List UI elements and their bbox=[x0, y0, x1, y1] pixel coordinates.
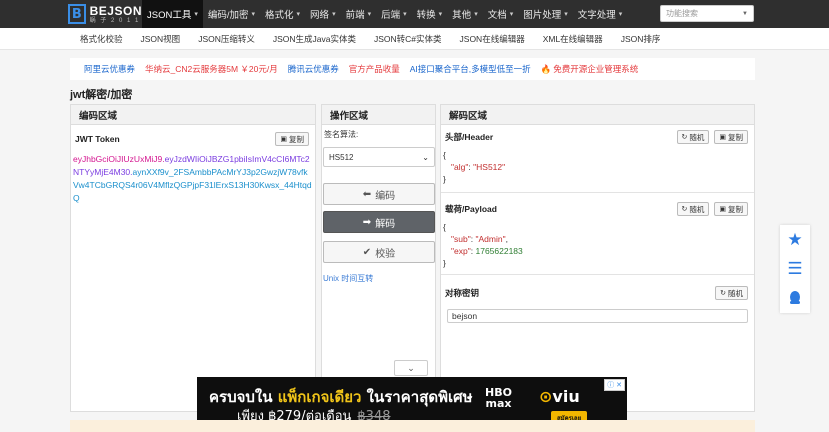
nav-item-format[interactable]: 格式化 ▾ bbox=[260, 0, 305, 28]
bottom-strip bbox=[70, 420, 755, 432]
chevron-down-icon: ▾ bbox=[194, 11, 198, 18]
algo-label: 签名算法: bbox=[324, 130, 359, 139]
nav-item-docs[interactable]: 文档 ▾ bbox=[483, 0, 519, 28]
random-payload-button[interactable]: ↻ 随机 bbox=[676, 202, 710, 216]
header-section: 头部/Header ↻ 随机 ▣ 复制 { "alg": "HS512" } bbox=[441, 125, 754, 193]
promo-bar: 阿里云优惠券 华纳云_CN2云服务器5M ￥20元/月 腾讯云优惠券 官方产品收… bbox=[70, 58, 755, 80]
chevron-down-icon: ▾ bbox=[509, 11, 514, 18]
subnav-json-editor[interactable]: JSON在线编辑器 bbox=[460, 33, 525, 45]
nav-item-frontend[interactable]: 前端 ▾ bbox=[341, 0, 377, 28]
chevron-down-icon: ▼ bbox=[742, 10, 748, 17]
secret-section: 对称密钥 ↻ 随机 bejson bbox=[441, 281, 754, 331]
copy-token-button[interactable]: ▣ 复制 bbox=[275, 132, 309, 146]
payload-json[interactable]: { "sub": "Admin", "exp": 1765622183 } bbox=[441, 221, 754, 269]
arrow-right-icon: ➡ bbox=[362, 216, 372, 228]
logo-mark: B bbox=[68, 4, 86, 24]
random-header-button[interactable]: ↻ 随机 bbox=[676, 130, 710, 144]
refresh-icon: ↻ bbox=[720, 290, 726, 297]
header-json[interactable]: { "alg": "HS512" } bbox=[441, 149, 754, 185]
menu-icon[interactable]: ☰ bbox=[787, 259, 803, 278]
chevron-down-icon: ▾ bbox=[618, 11, 623, 18]
copy-icon: ▣ bbox=[280, 136, 287, 143]
payload-label: 载荷/Payload bbox=[445, 204, 497, 214]
verify-button[interactable]: ✔ 校验 bbox=[323, 241, 435, 263]
refresh-icon: ↻ bbox=[681, 206, 688, 213]
secret-input[interactable]: bejson bbox=[447, 309, 748, 323]
subnav-xml-editor[interactable]: XML在线编辑器 bbox=[543, 33, 603, 45]
header-label: 头部/Header bbox=[445, 132, 494, 142]
chevron-down-icon: ▾ bbox=[251, 11, 256, 18]
decode-panel: 解码区域 头部/Header ↻ 随机 ▣ 复制 { "alg": "HS512" … bbox=[440, 104, 755, 412]
logo-sub: 蜗 子 2 0 1 1 bbox=[89, 17, 140, 24]
jwt-header-part: eyJhbGciOiJIUzUxMiJ9 bbox=[73, 154, 163, 164]
copy-icon: ▣ bbox=[719, 134, 726, 141]
subnav-format-validate[interactable]: 格式化校验 bbox=[80, 33, 123, 45]
algo-select[interactable]: HS512 ⌄ bbox=[323, 147, 435, 167]
decode-button[interactable]: ➡ 解码 bbox=[323, 211, 435, 233]
chevron-down-icon: ▾ bbox=[564, 11, 568, 18]
unix-time-link[interactable]: Unix 时间互转 bbox=[323, 273, 373, 284]
logo-name: BEJSON bbox=[89, 3, 142, 18]
top-nav: B BEJSON 蜗 子 2 0 1 1 JSON工具 ▾ 编码/加密 ▾ 格式化 ▾… bbox=[0, 0, 829, 28]
random-secret-button[interactable]: ↻ 随机 bbox=[715, 286, 748, 300]
subnav-json-csharp[interactable]: JSON转C#实体类 bbox=[374, 33, 442, 45]
copy-header-button[interactable]: ▣ 复制 bbox=[714, 130, 748, 144]
promo-link[interactable]: 🔥 免费开源企业管理系统 bbox=[541, 63, 639, 75]
nav-item-text[interactable]: 文字处理 ▾ bbox=[573, 0, 628, 28]
qq-icon[interactable] bbox=[787, 290, 803, 306]
chevron-down-icon: ▾ bbox=[296, 11, 301, 18]
copy-payload-button[interactable]: ▣ 复制 bbox=[714, 202, 748, 216]
secret-label: 对称密钥 bbox=[445, 288, 480, 298]
copy-icon: ▣ bbox=[719, 206, 726, 213]
promo-link[interactable]: 腾讯云优惠券 bbox=[288, 63, 339, 75]
fire-icon: 🔥 bbox=[540, 64, 552, 74]
promo-link[interactable]: AI接口聚合平台,多模型低至一折 bbox=[410, 63, 531, 75]
promo-link[interactable]: 华纳云_CN2云服务器5M ￥20元/月 bbox=[145, 63, 278, 75]
collapse-toggle-button[interactable]: ⌄ bbox=[394, 360, 428, 376]
site-logo[interactable]: B BEJSON 蜗 子 2 0 1 1 bbox=[68, 3, 142, 25]
chevron-down-icon: ▾ bbox=[403, 11, 407, 18]
nav-item-network[interactable]: 网络 ▾ bbox=[305, 0, 341, 28]
chevron-down-icon: ▾ bbox=[474, 11, 478, 18]
nav-menu: JSON工具 ▾ 编码/加密 ▾ 格式化 ▾ 网络 ▾ 前端 ▾ 后端 ▾ 转换 ▾ 其他 ▾ … bbox=[142, 0, 627, 28]
check-icon: ✔ bbox=[362, 246, 372, 258]
chevron-down-icon: ▾ bbox=[367, 11, 372, 18]
promo-link[interactable]: 官方产品收量 bbox=[349, 63, 400, 75]
refresh-icon: ↻ bbox=[681, 134, 688, 141]
nav-item-convert[interactable]: 转换 ▾ bbox=[412, 0, 448, 28]
page-title: jwt解密/加密 bbox=[70, 89, 133, 101]
payload-section: 载荷/Payload ↻ 随机 ▣ 复制 { "sub": "Admin", "ex… bbox=[441, 197, 754, 275]
nav-item-backend[interactable]: 后端 ▾ bbox=[376, 0, 412, 28]
jwt-token-label: JWT Token bbox=[75, 134, 120, 144]
encode-panel: 编码区域 JWT Token ▣ 复制 eyJhbGciOiJIUzUxMiJ9.… bbox=[70, 104, 316, 412]
nav-item-json-tools[interactable]: JSON工具 ▾ bbox=[142, 0, 203, 28]
promo-link[interactable]: 阿里云优惠券 bbox=[84, 63, 135, 75]
nav-item-image[interactable]: 图片处理 ▾ bbox=[518, 0, 573, 28]
arrow-left-icon: ⬅ bbox=[362, 188, 372, 200]
nav-item-other[interactable]: 其他 ▾ bbox=[447, 0, 483, 28]
play-circle-icon: ⊙ bbox=[539, 387, 553, 406]
sub-nav: 格式化校验 JSON视图 JSON压缩转义 JSON生成Java实体类 JSON… bbox=[0, 28, 829, 50]
ad-info-icon[interactable]: ⓘ ✕ bbox=[604, 379, 625, 391]
jwt-token-textarea[interactable]: eyJhbGciOiJIUzUxMiJ9.eyJzdWIiOiJBZG1pbiI… bbox=[73, 153, 313, 205]
nav-item-encode-encrypt[interactable]: 编码/加密 ▾ bbox=[203, 0, 260, 28]
star-icon[interactable]: ★ bbox=[787, 230, 803, 249]
side-toolbar: ★ ☰ bbox=[780, 225, 810, 313]
function-search-select[interactable]: 功能搜索 ▼ bbox=[660, 5, 754, 22]
hbo-max-logo: HBO max bbox=[485, 386, 512, 410]
chevron-down-icon: ▾ bbox=[438, 11, 443, 18]
subnav-json-java[interactable]: JSON生成Java实体类 bbox=[273, 33, 356, 45]
encode-panel-title: 编码区域 bbox=[71, 105, 315, 125]
chevron-down-icon: ▾ bbox=[332, 11, 336, 18]
subnav-json-sort[interactable]: JSON排序 bbox=[621, 33, 661, 45]
viu-logo: ⊙viu bbox=[539, 387, 580, 406]
subnav-json-view[interactable]: JSON视图 bbox=[141, 33, 181, 45]
operate-panel-title: 操作区域 bbox=[322, 105, 435, 125]
chevron-down-icon: ⌄ bbox=[407, 362, 415, 373]
decode-panel-title: 解码区域 bbox=[441, 105, 754, 125]
encode-button[interactable]: ⬅ 编码 bbox=[323, 183, 435, 205]
subnav-json-compress[interactable]: JSON压缩转义 bbox=[198, 33, 255, 45]
chevron-down-icon: ⌄ bbox=[422, 152, 429, 162]
